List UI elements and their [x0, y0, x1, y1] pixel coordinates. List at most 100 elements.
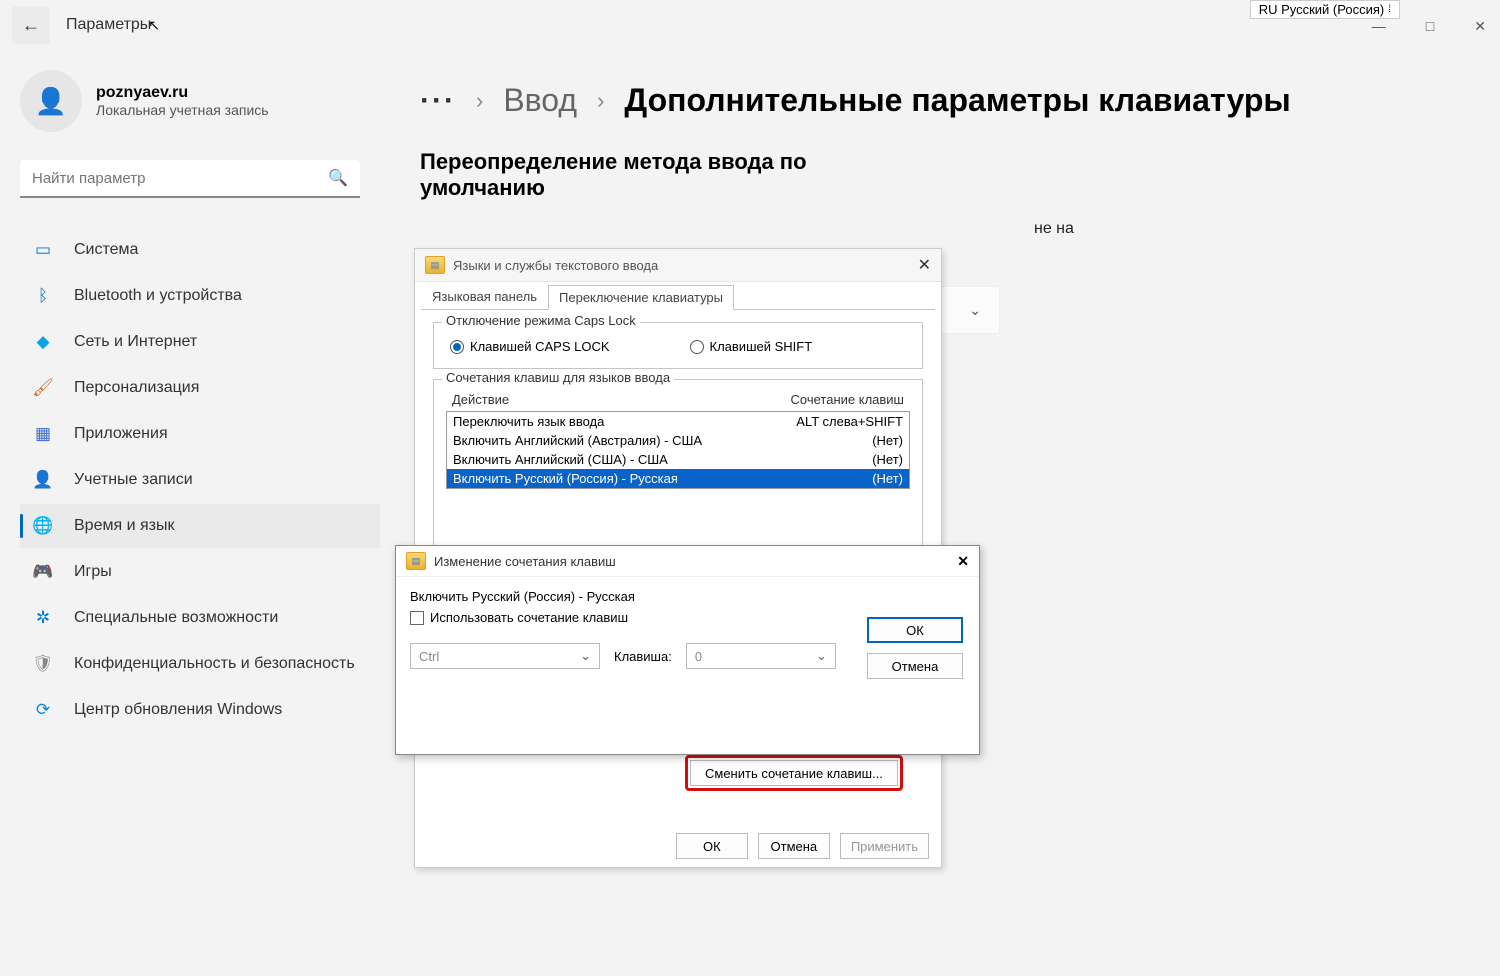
- chevron-right-icon: ›: [476, 88, 483, 114]
- dialog1-close-button[interactable]: ✕: [918, 255, 931, 275]
- nav-accessibility[interactable]: ✲Специальные возможности: [20, 596, 380, 640]
- nav-label: Специальные возможности: [74, 609, 278, 627]
- search-input[interactable]: [32, 170, 328, 187]
- accounts-icon: 👤: [32, 470, 54, 490]
- capslock-groupbox: Отключение режима Caps Lock Клавишей CAP…: [433, 322, 923, 369]
- update-icon: ⟳: [32, 700, 54, 720]
- key-combo[interactable]: 0 ⌄: [686, 643, 836, 669]
- nav-apps[interactable]: ▦ Приложения: [20, 412, 380, 456]
- dialog1-apply-button[interactable]: Применить: [840, 833, 929, 859]
- radio-capslock[interactable]: Клавишей CAPS LOCK: [450, 339, 610, 354]
- dialog2-title: Изменение сочетания клавиш: [434, 554, 957, 569]
- chevron-down-icon: ⌄: [816, 648, 827, 664]
- list-item[interactable]: Включить Английский (США) - США(Нет): [447, 450, 909, 469]
- wifi-icon: ◆: [32, 332, 54, 352]
- change-hotkey-dialog: ▤ Изменение сочетания клавиш ✕ Включить …: [395, 545, 980, 755]
- radio-icon: [450, 340, 464, 354]
- nav-windows-update[interactable]: ⟳ Центр обновления Windows: [20, 688, 380, 732]
- breadcrumb: ··· › Ввод › Дополнительные параметры кл…: [420, 82, 1500, 119]
- cell-action: Включить Английский (Австралия) - США: [453, 433, 872, 448]
- maximize-button[interactable]: □: [1426, 18, 1434, 35]
- avatar: 👤: [20, 70, 82, 132]
- cell-action: Включить Английский (США) - США: [453, 452, 872, 467]
- list-item-selected[interactable]: Включить Русский (Россия) - Русская(Нет): [447, 469, 909, 488]
- dialog2-cancel-button[interactable]: Отмена: [867, 653, 963, 679]
- key-label: Клавиша:: [614, 649, 672, 664]
- breadcrumb-input[interactable]: Ввод: [503, 82, 577, 119]
- dialog1-cancel-button[interactable]: Отмена: [758, 833, 830, 859]
- back-arrow-icon: ←: [22, 15, 40, 36]
- cell-action: Переключить язык ввода: [453, 414, 796, 429]
- dialog-app-icon: ▤: [425, 256, 445, 274]
- change-hotkey-button[interactable]: Сменить сочетание клавиш...: [690, 760, 898, 786]
- window-title: Параметры: [66, 16, 151, 34]
- cell-hotkey: (Нет): [872, 452, 903, 467]
- ime-options-icon: ⁞: [1388, 4, 1391, 15]
- account-name: poznyaev.ru: [96, 84, 269, 102]
- nav-label: Конфиденциальность и безопасность: [74, 655, 355, 673]
- radio-label: Клавишей SHIFT: [710, 339, 813, 354]
- close-window-button[interactable]: ✕: [1474, 18, 1486, 35]
- chevron-down-icon: ⌄: [969, 302, 981, 319]
- system-icon: ▭: [32, 240, 54, 260]
- nav-label: Игры: [74, 563, 112, 581]
- col-action-header: Действие: [452, 392, 791, 407]
- globe-clock-icon: 🌐: [32, 516, 54, 536]
- nav-label: Центр обновления Windows: [74, 701, 282, 719]
- nav-label: Время и язык: [74, 517, 174, 535]
- nav-label: Учетные записи: [74, 471, 193, 489]
- apps-icon: ▦: [32, 424, 54, 444]
- capslock-group-title: Отключение режима Caps Lock: [442, 313, 640, 328]
- minimize-button[interactable]: ―: [1372, 18, 1386, 35]
- search-icon: 🔍: [328, 168, 348, 188]
- list-item[interactable]: Переключить язык вводаALT слева+SHIFT: [447, 412, 909, 431]
- modifier-combo[interactable]: Ctrl ⌄: [410, 643, 600, 669]
- nav-network[interactable]: ◆Сеть и Интернет: [20, 320, 380, 364]
- highlight-box: Сменить сочетание клавиш...: [685, 755, 903, 791]
- cursor-icon: ↖: [148, 17, 160, 34]
- cell-hotkey: (Нет): [872, 471, 903, 486]
- nav-accounts[interactable]: 👤 Учетные записи: [20, 458, 380, 502]
- checkbox-icon: [410, 611, 424, 625]
- dialog2-language-line: Включить Русский (Россия) - Русская: [410, 589, 965, 604]
- list-item[interactable]: Включить Английский (Австралия) - США(Не…: [447, 431, 909, 450]
- nav-label: Система: [74, 241, 138, 259]
- tab-language-bar[interactable]: Языковая панель: [421, 284, 548, 309]
- language-indicator-label: RU Русский (Россия): [1259, 2, 1385, 17]
- dialog2-ok-button[interactable]: ОК: [867, 617, 963, 643]
- cell-hotkey: ALT слева+SHIFT: [796, 414, 903, 429]
- cell-action: Включить Русский (Россия) - Русская: [453, 471, 872, 486]
- chevron-right-icon: ›: [597, 88, 604, 114]
- search-input-container[interactable]: 🔍: [20, 160, 360, 198]
- dialog-app-icon: ▤: [406, 552, 426, 570]
- radio-shift[interactable]: Клавишей SHIFT: [690, 339, 813, 354]
- dialog1-title: Языки и службы текстового ввода: [453, 258, 918, 273]
- nav-time-language[interactable]: 🌐 Время и язык: [20, 504, 380, 548]
- col-hotkey-header: Сочетание клавиш: [791, 392, 904, 407]
- section-title: Переопределение метода ввода по умолчани…: [420, 149, 920, 201]
- nav-personalization[interactable]: 🖌Персонализация: [20, 366, 380, 410]
- nav-system[interactable]: ▭ Система: [20, 228, 380, 272]
- combo-value: 0: [695, 649, 702, 664]
- breadcrumb-overflow[interactable]: ···: [420, 84, 456, 118]
- nav-bluetooth[interactable]: ᛒBluetooth и устройства: [20, 274, 380, 318]
- partial-text: не на: [1034, 220, 1074, 238]
- shield-icon: 🛡: [32, 654, 54, 674]
- account-block[interactable]: 👤 poznyaev.ru Локальная учетная запись: [20, 70, 380, 132]
- tab-keyboard-switch[interactable]: Переключение клавиатуры: [548, 285, 734, 310]
- dialog2-close-button[interactable]: ✕: [957, 553, 969, 570]
- radio-label: Клавишей CAPS LOCK: [470, 339, 610, 354]
- hotkey-list[interactable]: Переключить язык вводаALT слева+SHIFT Вк…: [446, 411, 910, 489]
- breadcrumb-current: Дополнительные параметры клавиатуры: [624, 82, 1290, 119]
- language-indicator[interactable]: RU Русский (Россия) ⁞: [1250, 0, 1400, 19]
- account-sub: Локальная учетная запись: [96, 102, 269, 118]
- nav-gaming[interactable]: 🎮Игры: [20, 550, 380, 594]
- checkbox-label: Использовать сочетание клавиш: [430, 610, 628, 625]
- hotkeys-group-title: Сочетания клавиш для языков ввода: [442, 370, 674, 385]
- dialog1-ok-button[interactable]: ОК: [676, 833, 748, 859]
- combo-value: Ctrl: [419, 649, 439, 664]
- nav-privacy[interactable]: 🛡 Конфиденциальность и безопасность: [20, 642, 380, 686]
- radio-icon: [690, 340, 704, 354]
- back-button[interactable]: ←: [12, 6, 50, 44]
- nav-label: Приложения: [74, 425, 168, 443]
